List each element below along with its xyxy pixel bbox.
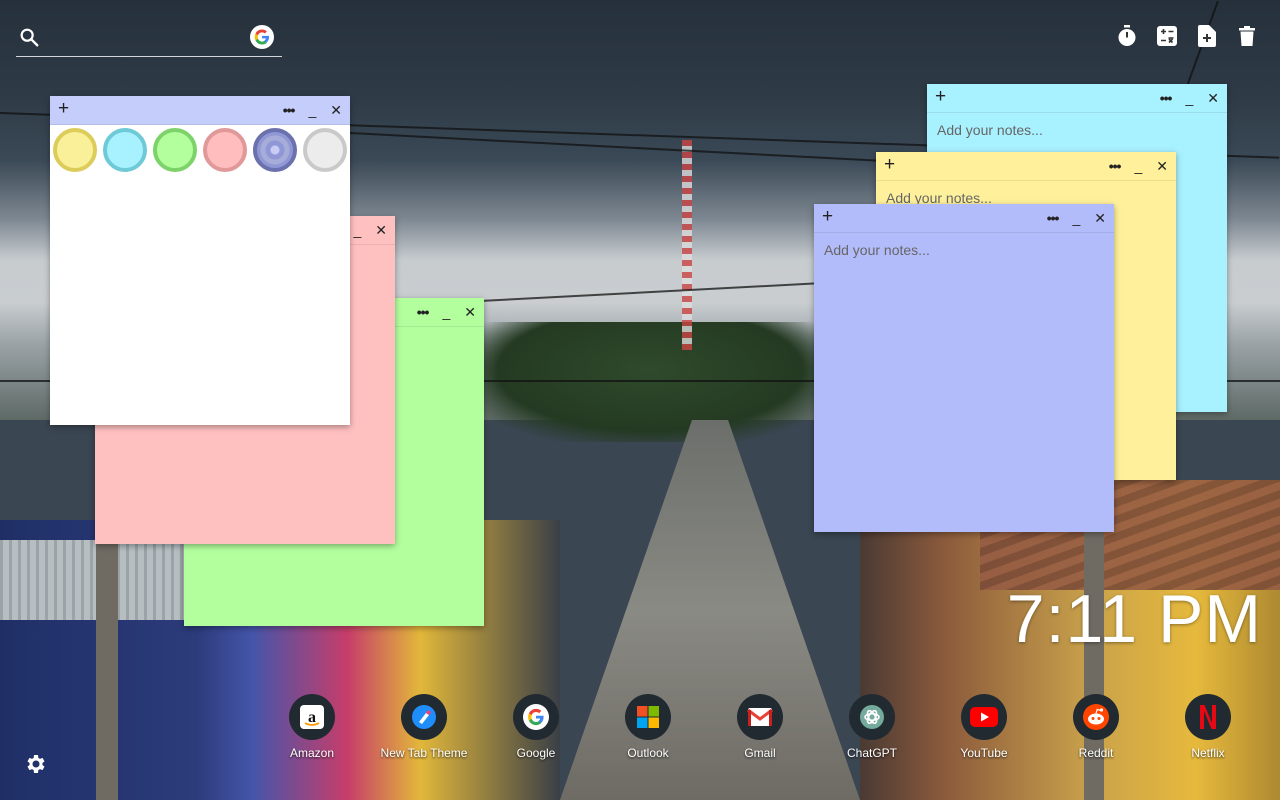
minimize-button[interactable]: _ — [1134, 152, 1142, 180]
chatgpt-icon — [849, 694, 895, 740]
color-picker — [50, 125, 350, 175]
close-button[interactable]: ✕ — [1094, 204, 1106, 232]
color-swatch-white[interactable] — [300, 125, 350, 175]
note-titlebar[interactable]: + ••• _ ✕ — [50, 96, 350, 125]
utility-pole — [96, 540, 118, 800]
minimize-button[interactable]: _ — [308, 96, 316, 124]
shortcut-google[interactable]: Google — [480, 694, 592, 760]
color-swatch-cyan[interactable] — [100, 125, 150, 175]
close-button[interactable]: ✕ — [330, 96, 342, 124]
add-note-button[interactable]: + — [58, 98, 69, 120]
note-textarea[interactable]: Add your notes... — [824, 242, 930, 258]
note-menu-button[interactable]: ••• — [1047, 204, 1060, 232]
swatch-circle — [103, 128, 147, 172]
shortcut-netflix[interactable]: Netflix — [1152, 694, 1264, 760]
shortcut-label: YouTube — [960, 746, 1008, 760]
shortcut-label: Amazon — [289, 746, 335, 760]
google-icon — [513, 694, 559, 740]
sticky-note-blue[interactable]: + ••• _ ✕ Add your notes... — [814, 204, 1114, 532]
add-note-icon[interactable] — [1196, 24, 1218, 48]
search-icon — [20, 28, 39, 47]
minimize-button[interactable]: _ — [1185, 84, 1193, 112]
add-note-button[interactable]: + — [822, 206, 833, 228]
shortcut-label: Outlook — [627, 746, 669, 760]
reddit-icon — [1073, 694, 1119, 740]
shortcut-gmail[interactable]: Gmail — [704, 694, 816, 760]
search-bar[interactable] — [16, 20, 282, 57]
color-swatch-yellow[interactable] — [50, 125, 100, 175]
swatch-circle — [153, 128, 197, 172]
shortcut-label: Google — [516, 746, 556, 760]
timer-icon[interactable] — [1116, 24, 1138, 48]
new-tab-theme-icon — [401, 694, 447, 740]
sticky-note-white[interactable]: + ••• _ ✕ — [50, 96, 350, 425]
google-search-icon[interactable] — [250, 25, 274, 49]
color-swatch-pink[interactable] — [200, 125, 250, 175]
note-menu-button[interactable]: ••• — [1109, 152, 1122, 180]
shortcut-label: ChatGPT — [846, 746, 897, 760]
shortcut-outlook[interactable]: Outlook — [592, 694, 704, 760]
shortcut-chatgpt[interactable]: ChatGPT — [816, 694, 928, 760]
shortcut-label: Reddit — [1078, 746, 1114, 760]
swatch-circle — [203, 128, 247, 172]
note-menu-button[interactable]: ••• — [1160, 84, 1173, 112]
shortcut-youtube[interactable]: YouTube — [928, 694, 1040, 760]
netflix-icon — [1185, 694, 1231, 740]
swatch-circle — [253, 128, 297, 172]
radio-tower — [682, 140, 692, 350]
note-titlebar[interactable]: + ••• _ ✕ — [927, 84, 1227, 113]
shortcut-new-tab-theme[interactable]: New Tab Theme — [368, 694, 480, 760]
close-button[interactable]: ✕ — [375, 216, 387, 244]
settings-gear-icon[interactable] — [24, 752, 48, 781]
note-menu-button[interactable]: ••• — [417, 298, 430, 326]
shortcut-reddit[interactable]: Reddit — [1040, 694, 1152, 760]
clock: 7:11 PM — [1006, 581, 1262, 657]
minimize-button[interactable]: _ — [442, 298, 450, 326]
close-button[interactable]: ✕ — [1156, 152, 1168, 180]
note-textarea[interactable]: Add your notes... — [937, 122, 1043, 138]
microsoft-icon — [625, 694, 671, 740]
note-menu-button[interactable]: ••• — [283, 96, 296, 124]
shortcut-label: Netflix — [1191, 746, 1225, 760]
color-swatch-blue[interactable] — [250, 125, 300, 175]
gmail-icon — [737, 694, 783, 740]
swatch-circle — [53, 128, 97, 172]
trash-icon[interactable] — [1236, 24, 1258, 48]
svg-text:a: a — [308, 709, 316, 726]
shortcut-amazon[interactable]: a Amazon — [256, 694, 368, 760]
color-swatch-green[interactable] — [150, 125, 200, 175]
shortcut-bar: a Amazon New Tab Theme Google Outlook Gmail Ch… — [256, 694, 1264, 760]
toolbar — [1116, 24, 1258, 48]
note-titlebar[interactable]: + ••• _ ✕ — [876, 152, 1176, 181]
amazon-icon: a — [289, 694, 335, 740]
add-note-button[interactable]: + — [884, 154, 895, 176]
shortcut-label: New Tab Theme — [380, 746, 468, 760]
minimize-button[interactable]: _ — [353, 216, 361, 244]
youtube-icon — [961, 694, 1007, 740]
swatch-circle — [303, 128, 347, 172]
close-button[interactable]: ✕ — [1207, 84, 1219, 112]
note-titlebar[interactable]: + ••• _ ✕ — [814, 204, 1114, 233]
hills — [470, 322, 830, 442]
shortcut-label: Gmail — [744, 746, 776, 760]
minimize-button[interactable]: _ — [1072, 204, 1080, 232]
calculator-icon[interactable] — [1156, 24, 1178, 48]
close-button[interactable]: ✕ — [464, 298, 476, 326]
search-input[interactable] — [52, 26, 246, 50]
add-note-button[interactable]: + — [935, 86, 946, 108]
